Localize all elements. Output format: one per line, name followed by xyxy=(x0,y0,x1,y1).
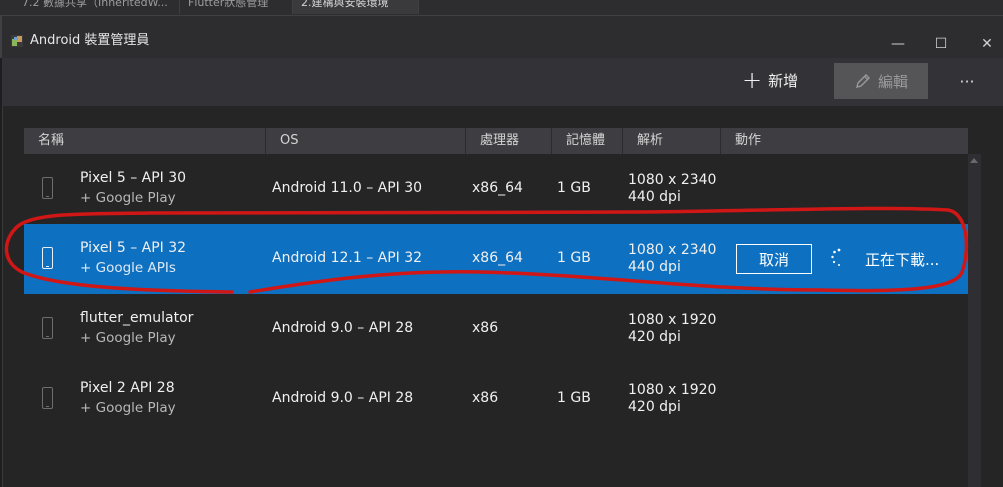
pencil-icon xyxy=(856,74,870,88)
toolbar: + 新增 編輯 ··· xyxy=(2,58,1003,106)
device-name: Pixel 5 – API 32 xyxy=(80,240,187,256)
device-cpu: x86 xyxy=(472,390,499,406)
plus-icon: + xyxy=(742,66,763,94)
device-os: Android 9.0 – API 28 xyxy=(272,320,414,336)
edit-device-label: 編輯 xyxy=(877,72,908,91)
add-device-label: 新增 xyxy=(768,71,799,90)
device-os: Android 12.1 – API 32 xyxy=(272,250,423,266)
column-header-os[interactable]: OS xyxy=(266,128,466,154)
device-memory: 1 GB xyxy=(557,390,591,406)
more-options-button[interactable]: ··· xyxy=(952,66,982,96)
android-app-icon xyxy=(11,35,23,47)
editor-tab-strip: 7.2 數據共享（InheritedW... Flutter狀態管理 2.建構與… xyxy=(0,0,1003,16)
device-cpu: x86 xyxy=(472,320,499,336)
download-status: 正在下載... xyxy=(865,251,940,269)
device-dpi: 420 dpi xyxy=(628,329,681,345)
edit-device-button[interactable]: 編輯 xyxy=(834,63,928,99)
column-header-actions[interactable]: 動作 xyxy=(721,128,968,154)
device-name: flutter_emulator xyxy=(80,310,194,326)
window-titlebar: Android 裝置管理員 — ☐ ✕ xyxy=(0,16,1003,58)
add-device-button[interactable]: + 新增 xyxy=(742,66,798,94)
device-name: Pixel 2 API 28 xyxy=(80,380,175,396)
scroll-up-arrow-icon[interactable] xyxy=(970,158,978,163)
column-header-cpu[interactable]: 處理器 xyxy=(466,128,552,154)
device-row-selected[interactable]: Pixel 5 – API 32 + Google APIs Android 1… xyxy=(24,224,968,294)
close-button[interactable]: ✕ xyxy=(964,32,1003,56)
cancel-download-button[interactable]: 取消 xyxy=(736,244,812,274)
loading-spinner-icon xyxy=(831,248,841,266)
device-cpu: x86_64 xyxy=(472,250,523,266)
column-header-memory[interactable]: 記憶體 xyxy=(552,128,623,154)
device-cpu: x86_64 xyxy=(472,180,523,196)
device-resolution: 1080 x 1920 xyxy=(628,312,717,328)
device-row[interactable]: Pixel 5 – API 30 + Google Play Android 1… xyxy=(24,154,968,224)
column-header-resolution[interactable]: 解析 xyxy=(623,128,721,154)
editor-tab-build-env[interactable]: 2.建構與安裝環境 xyxy=(293,0,419,14)
device-subtitle: + Google APIs xyxy=(80,260,176,276)
device-dpi: 420 dpi xyxy=(628,399,681,415)
maximize-button[interactable]: ☐ xyxy=(918,32,964,56)
device-row[interactable]: Pixel 2 API 28 + Google Play Android 9.0… xyxy=(24,364,968,434)
table-header: 名稱 OS 處理器 記憶體 解析 動作 xyxy=(24,128,968,154)
device-dpi: 440 dpi xyxy=(628,259,681,275)
phone-icon xyxy=(42,177,53,199)
minimize-button[interactable]: — xyxy=(875,32,921,56)
device-os: Android 9.0 – API 28 xyxy=(272,390,414,406)
device-subtitle: + Google Play xyxy=(80,330,176,346)
device-dpi: 440 dpi xyxy=(628,189,681,205)
editor-tab-flutter-state[interactable]: Flutter狀態管理 xyxy=(180,0,293,14)
editor-tab-inherited-widget[interactable]: 7.2 數據共享（InheritedW... xyxy=(14,0,180,14)
device-memory: 1 GB xyxy=(557,250,591,266)
device-subtitle: + Google Play xyxy=(80,190,176,206)
device-table: 名稱 OS 處理器 記憶體 解析 動作 Pixel 5 – API 30 + G… xyxy=(24,128,968,487)
device-resolution: 1080 x 2340 xyxy=(628,242,717,258)
window-title: Android 裝置管理員 xyxy=(30,33,150,48)
device-memory: 1 GB xyxy=(557,180,591,196)
device-subtitle: + Google Play xyxy=(80,400,176,416)
android-device-manager-screenshot: 7.2 數據共享（InheritedW... Flutter狀態管理 2.建構與… xyxy=(0,0,1003,487)
device-resolution: 1080 x 2340 xyxy=(628,172,717,188)
device-row[interactable]: flutter_emulator + Google Play Android 9… xyxy=(24,294,968,364)
phone-icon xyxy=(42,387,53,409)
device-name: Pixel 5 – API 30 xyxy=(80,170,187,186)
phone-icon xyxy=(42,317,53,339)
device-resolution: 1080 x 1920 xyxy=(628,382,717,398)
device-os: Android 11.0 – API 30 xyxy=(272,180,423,196)
phone-icon xyxy=(42,247,53,269)
column-header-name[interactable]: 名稱 xyxy=(24,128,266,154)
vertical-scrollbar[interactable] xyxy=(968,154,981,487)
